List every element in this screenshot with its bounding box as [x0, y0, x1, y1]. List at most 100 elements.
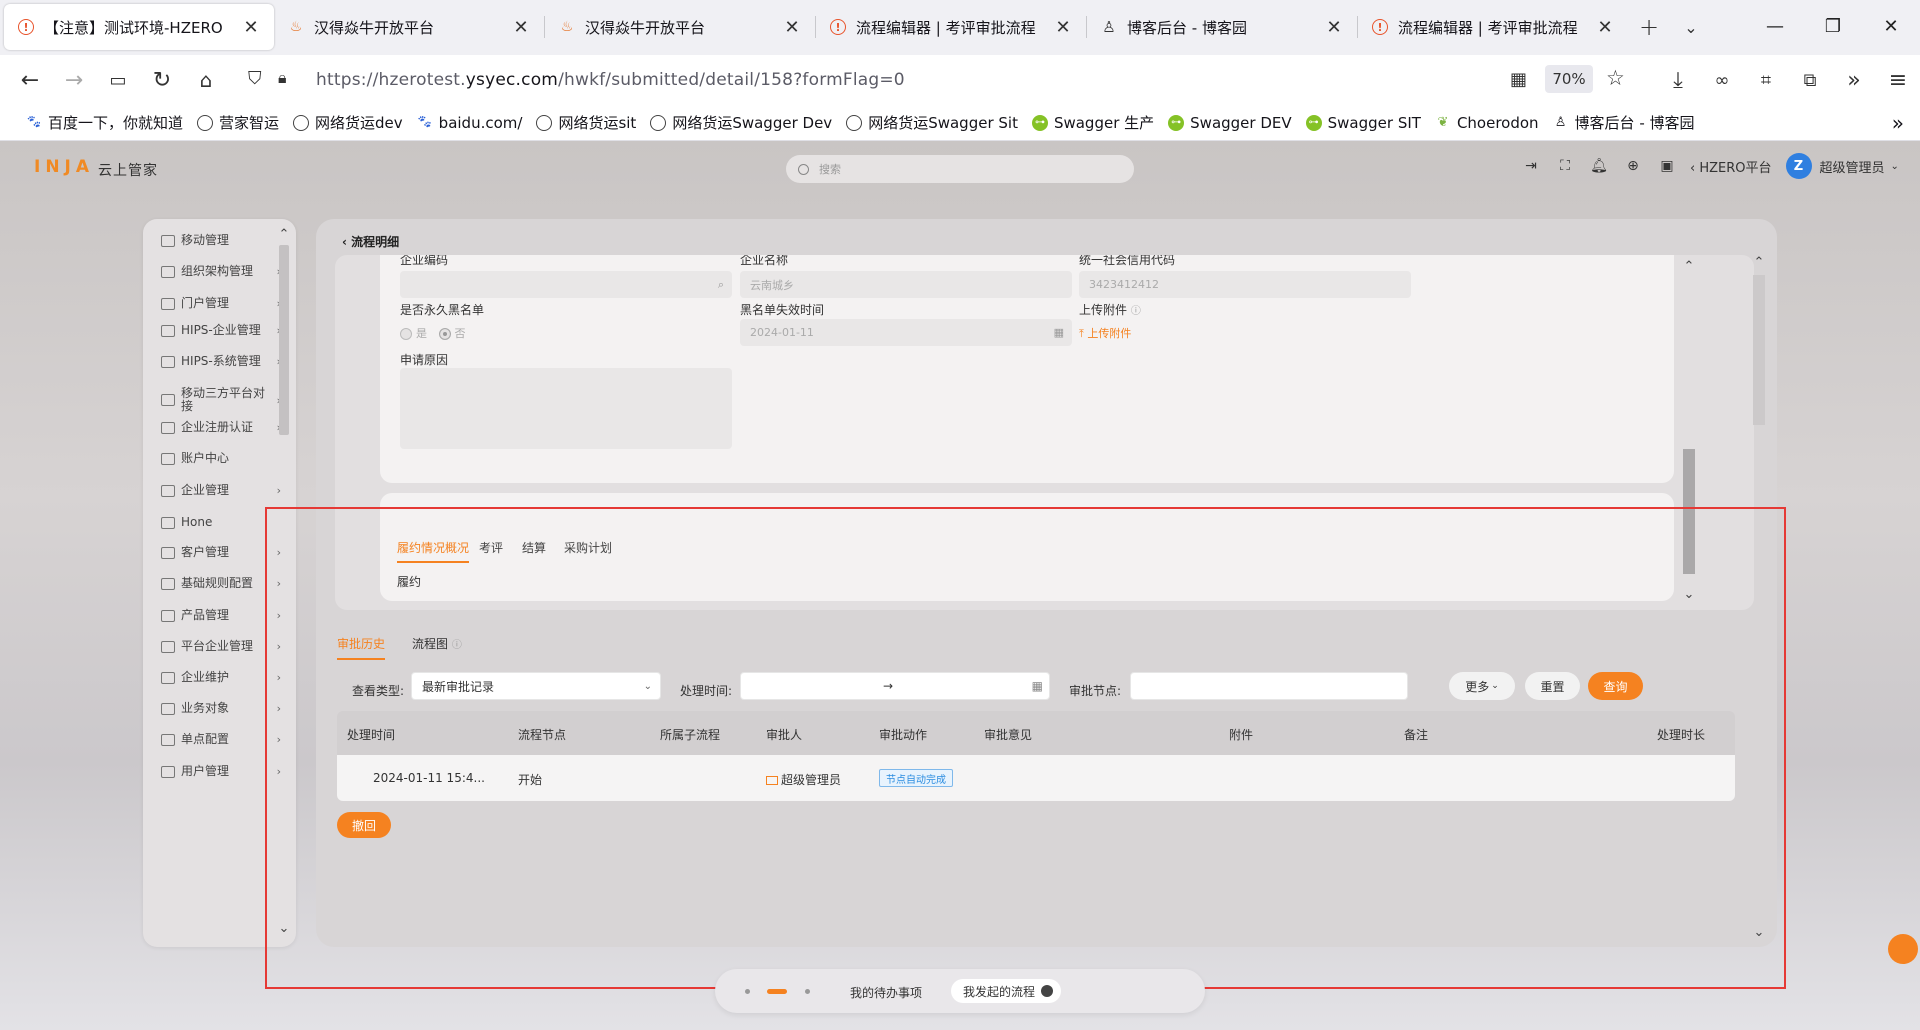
chevron-down-icon[interactable]: ⌄ — [1891, 161, 1899, 172]
reload-icon[interactable]: ↻ — [140, 60, 184, 100]
close-icon[interactable]: ✕ — [1594, 17, 1616, 38]
qr-code-icon[interactable]: ▦ — [1510, 69, 1527, 90]
radio-no[interactable] — [438, 328, 451, 340]
sidebar-item[interactable]: 企业注册认证› — [161, 421, 281, 434]
sidebar-item[interactable]: 账户中心 — [161, 452, 281, 465]
overflow-chevrons-icon[interactable]: » — [1832, 60, 1876, 100]
assistant-float-button[interactable] — [1888, 934, 1918, 964]
bottom-dock: 我的待办事项 我发起的流程 — [715, 969, 1205, 1013]
sidebar-item[interactable]: 单点配置 › — [161, 733, 281, 746]
window-close-icon[interactable]: ✕ — [1862, 0, 1920, 52]
sidebar-item[interactable]: 移动三方平台对接› — [161, 387, 281, 413]
credit-code-input[interactable]: 3423412412 — [1079, 271, 1411, 298]
star-icon[interactable]: ☆ — [1606, 66, 1625, 90]
bookmark-item[interactable]: 网络货运Swagger Sit — [846, 112, 1018, 133]
bookmark-item[interactable]: ⊶ Swagger DEV — [1168, 114, 1292, 132]
browser-tab[interactable]: ♙ 博客后台 - 博客园 ✕ — [1087, 4, 1357, 50]
menu-item-icon — [161, 324, 175, 337]
sidebar-item[interactable]: 产品管理 › — [161, 609, 281, 622]
help-icon[interactable]: ⓘ — [1131, 306, 1141, 317]
sidebar-item[interactable]: 企业管理 › — [161, 484, 281, 497]
scroll-up-icon[interactable]: ⌃ — [276, 227, 292, 242]
bookmarks-overflow-icon[interactable]: » — [1892, 111, 1904, 135]
sidebar-item[interactable]: 移动管理 — [161, 234, 281, 247]
sidebar-item[interactable]: Hone — [161, 516, 281, 529]
upload-label: 上传附件 — [1087, 327, 1132, 340]
scrollbar-thumb[interactable] — [279, 245, 289, 435]
scrollbar-thumb[interactable] — [1753, 275, 1765, 425]
page-dot[interactable] — [805, 989, 810, 994]
page-dot-active[interactable] — [767, 989, 787, 994]
apply-reason-textarea[interactable] — [400, 368, 732, 449]
bookmark-item[interactable]: ♙ 博客后台 - 博客园 — [1553, 112, 1695, 133]
enterprise-name-input[interactable]: 云南城乡 — [740, 271, 1072, 298]
menu-icon[interactable]: ≡ — [1876, 60, 1920, 100]
browser-tab[interactable]: ! 流程编辑器 | 考评审批流程 ✕ — [816, 4, 1086, 50]
avatar[interactable]: Z — [1785, 153, 1812, 179]
close-icon[interactable]: ✕ — [240, 17, 262, 38]
close-icon[interactable]: ✕ — [510, 17, 532, 38]
user-name[interactable]: 超级管理员 — [1820, 157, 1885, 176]
language-globe-icon[interactable]: ⊕ — [1616, 158, 1650, 174]
mask-icon[interactable]: ∞ — [1700, 60, 1744, 100]
my-todo-link[interactable]: 我的待办事项 — [850, 984, 922, 1001]
back-arrow-icon[interactable]: ← — [8, 60, 52, 100]
global-search-input[interactable]: 搜索 — [786, 155, 1134, 183]
home-icon[interactable]: ⌂ — [184, 60, 228, 100]
blacklist-expire-input[interactable]: 2024-01-11 ▦ — [740, 319, 1072, 346]
sidebar-item[interactable]: 用户管理 › — [161, 765, 281, 778]
forward-arrow-icon[interactable]: → — [52, 60, 96, 100]
bookmark-item[interactable]: ⊶ Swagger SIT — [1305, 114, 1421, 132]
sidebar-toggle-icon[interactable]: ▭ — [96, 60, 140, 100]
close-icon[interactable]: ✕ — [1052, 17, 1074, 38]
restore-icon[interactable]: ❐ — [1804, 0, 1862, 52]
bookmark-item[interactable]: ❦ Choerodon — [1435, 114, 1538, 132]
sidebar-item[interactable]: 门户管理› — [161, 297, 281, 310]
browser-tab[interactable]: ! 流程编辑器 | 考评审批流程 ✕ — [1358, 4, 1628, 50]
enterprise-code-input[interactable]: ⌕ — [400, 271, 732, 298]
close-icon[interactable]: ✕ — [781, 17, 803, 38]
browser-tab[interactable]: ♨ 汉得焱牛开放平台 ✕ — [545, 4, 815, 50]
sidebar-item[interactable]: HIPS-系统管理› — [161, 355, 281, 368]
extensions-icon[interactable]: ⧉ — [1788, 60, 1832, 100]
scroll-up-icon[interactable]: ⌃ — [1751, 255, 1767, 270]
sidebar-item[interactable]: 客户管理 › — [161, 546, 281, 559]
sidebar-item[interactable]: 企业维护 › — [161, 671, 281, 684]
browser-tab[interactable]: ! 【注意】测试环境-HZERO ✕ — [4, 4, 274, 50]
tab-list-chevron-icon[interactable]: ⌄ — [1670, 4, 1712, 50]
logout-icon[interactable]: ⇥ — [1514, 158, 1548, 174]
sidebar-item-label: 组织架构管理 — [181, 264, 254, 278]
zoom-level[interactable]: 70% — [1545, 65, 1593, 93]
radio-yes[interactable] — [400, 328, 412, 340]
sidebar-item[interactable]: 组织架构管理› — [161, 265, 281, 278]
bookmark-item[interactable]: 营家智运 — [197, 112, 279, 133]
bell-icon[interactable]: 🔔︎ — [1582, 158, 1616, 174]
bookmark-item[interactable]: ⊶ Swagger 生产 — [1031, 112, 1154, 133]
bookmark-item[interactable]: 🐾︎ 百度一下，你就知道 — [26, 112, 183, 133]
new-tab-button[interactable]: + — [1628, 4, 1670, 50]
bookmark-item[interactable]: 网络货运sit — [536, 112, 636, 133]
my-started-flows-tab[interactable]: 我发起的流程 — [951, 979, 1061, 1003]
sidebar-item[interactable]: 平台企业管理 › — [161, 640, 281, 653]
bookmark-item[interactable]: 网络货运dev — [293, 112, 403, 133]
download-icon[interactable]: ⤓ — [1656, 60, 1700, 100]
url-bar[interactable]: ⛉ 🔒︎ https://hzerotest.ysyec.com/hwkf/su… — [240, 60, 1585, 100]
minimize-icon[interactable]: — — [1746, 0, 1804, 52]
browser-tab[interactable]: ♨ 汉得焱牛开放平台 ✕ — [274, 4, 544, 50]
bookmark-item[interactable]: 🐾︎ baidu.com/ — [416, 114, 522, 132]
wallet-icon[interactable]: ▣ — [1650, 158, 1684, 174]
fullscreen-icon[interactable]: ⛶ — [1548, 158, 1582, 174]
close-icon[interactable] — [1041, 985, 1054, 997]
bookmark-item[interactable]: 网络货运Swagger Dev — [650, 112, 832, 133]
scroll-up-icon[interactable]: ⌃ — [1681, 259, 1697, 274]
platform-switcher[interactable]: ‹ HZERO平台 — [1690, 157, 1772, 176]
crop-icon[interactable]: ⌗ — [1744, 60, 1788, 100]
sidebar-item[interactable]: 业务对象 › — [161, 702, 281, 715]
sidebar-item[interactable]: HIPS-企业管理› — [161, 324, 281, 337]
close-icon[interactable]: ✕ — [1323, 17, 1345, 38]
page-dot[interactable] — [745, 989, 750, 994]
breadcrumb[interactable]: ‹ 流程明细 — [342, 233, 399, 250]
app-logo[interactable]: INJA — [34, 157, 94, 177]
sidebar-item[interactable]: 基础规则配置 › — [161, 577, 281, 590]
upload-attachment-button[interactable]: ⤒ 上传附件 — [1079, 325, 1131, 341]
